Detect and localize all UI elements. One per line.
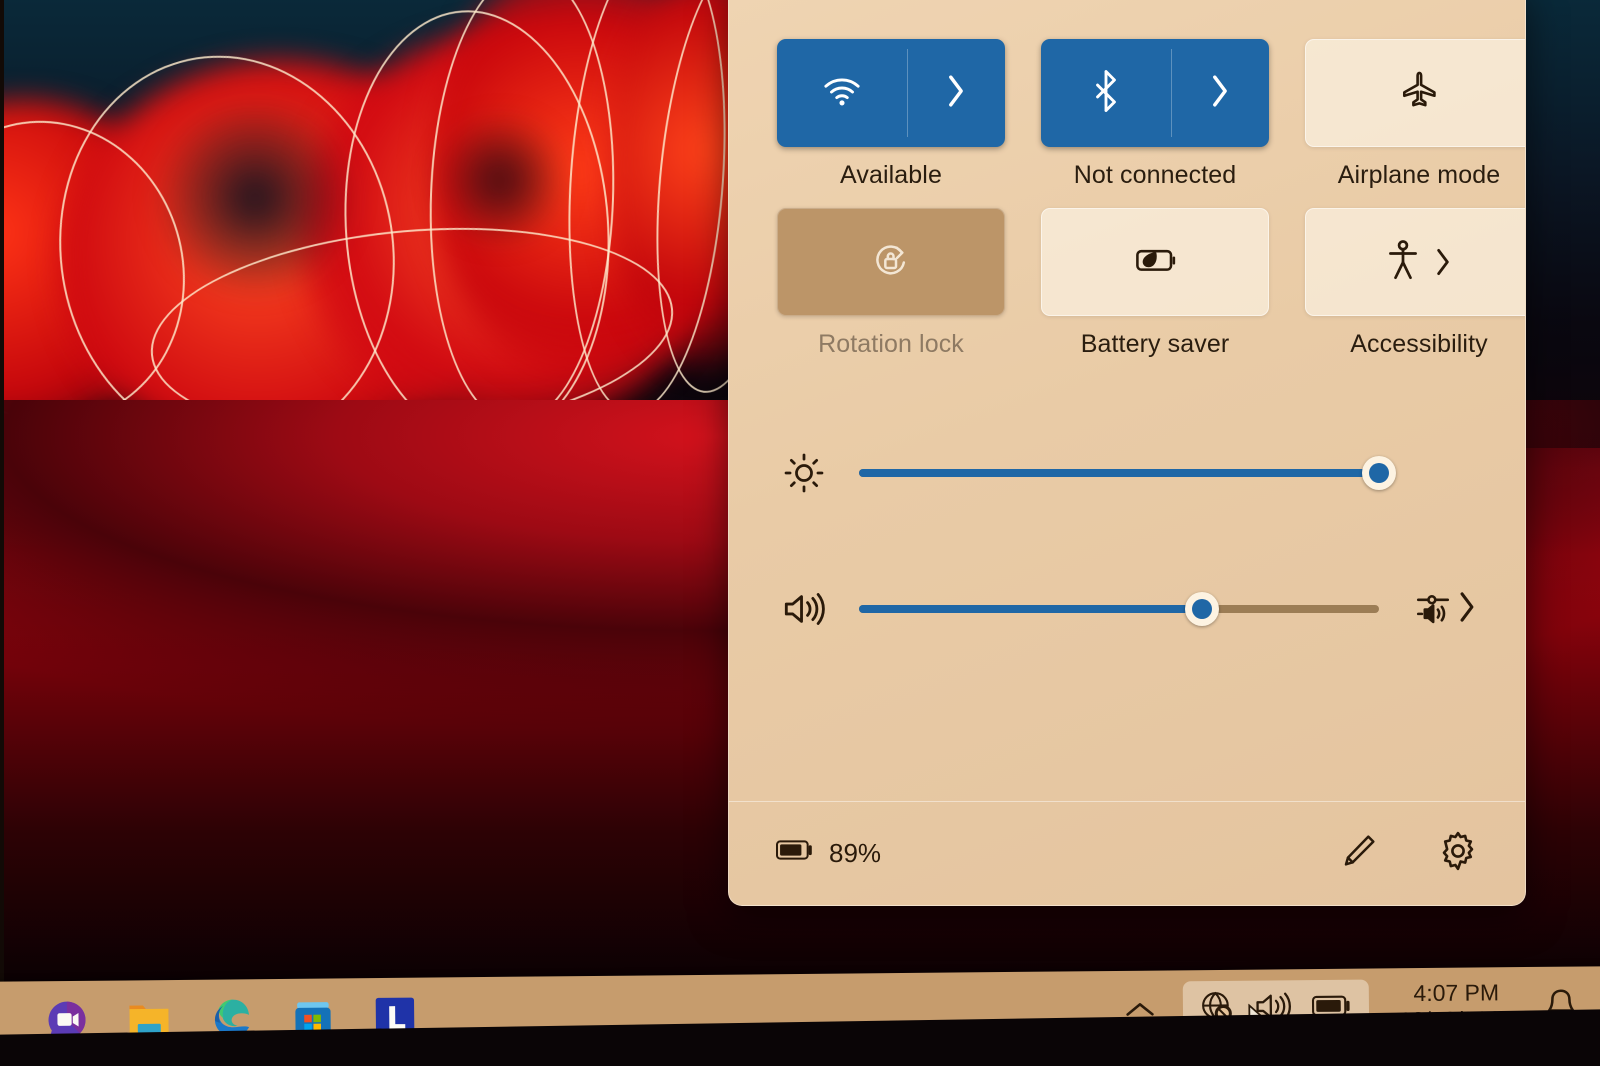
- tile-bluetooth-expand[interactable]: [1171, 39, 1269, 147]
- tile-label-bluetooth: Not connected: [1073, 161, 1237, 189]
- tile-cell-rotation-lock: Rotation lock: [777, 208, 1005, 359]
- battery-status[interactable]: 89%: [775, 838, 881, 869]
- tile-accessibility[interactable]: [1305, 208, 1525, 316]
- quick-settings-footer: 89%: [729, 801, 1525, 905]
- tile-label-rotation-lock: Rotation lock: [818, 330, 964, 358]
- volume-slider[interactable]: [859, 592, 1379, 626]
- chevron-right-icon[interactable]: [1457, 589, 1477, 630]
- quick-settings-sliders: [729, 369, 1525, 655]
- tile-rotation-lock: [777, 208, 1005, 316]
- clock-time: 4:07 PM: [1413, 979, 1500, 1006]
- chevron-right-icon: [945, 72, 967, 115]
- battery-saver-icon: [1131, 243, 1179, 282]
- tile-wifi-toggle[interactable]: [777, 39, 907, 147]
- wifi-icon: [820, 74, 864, 113]
- tile-label-battery-saver: Battery saver: [1080, 330, 1230, 358]
- tile-accessibility-toggle[interactable]: [1306, 209, 1525, 315]
- tile-battery-saver[interactable]: [1041, 208, 1269, 316]
- tile-cell-accessibility: Accessibility: [1305, 208, 1525, 359]
- tile-label-accessibility: Accessibility: [1350, 330, 1488, 358]
- tile-cell-wifi: Available: [777, 39, 1005, 190]
- tile-label-wifi: Available: [840, 161, 942, 189]
- tile-row: Rotation lock Battery saver Accessibilit…: [777, 208, 1525, 359]
- pencil-icon[interactable]: [1339, 831, 1379, 876]
- gear-icon[interactable]: [1437, 830, 1479, 877]
- footer-actions: [1339, 830, 1479, 877]
- tile-battery-saver-toggle[interactable]: [1042, 209, 1268, 315]
- tile-wifi-expand[interactable]: [907, 39, 1005, 147]
- volume-output-button[interactable]: [1403, 589, 1477, 630]
- volume-slider-thumb[interactable]: [1185, 592, 1220, 626]
- brightness-icon: [773, 451, 835, 495]
- volume-slider-row: [773, 563, 1477, 655]
- accessibility-icon: [1386, 239, 1420, 286]
- rotation-lock-icon: [871, 240, 911, 285]
- tile-bluetooth[interactable]: [1041, 39, 1269, 147]
- tile-label-airplane: Airplane mode: [1337, 161, 1501, 189]
- tile-cell-airplane: Airplane mode: [1305, 39, 1525, 190]
- volume-slider-fill: [859, 605, 1203, 613]
- chevron-right-icon: [1209, 72, 1231, 115]
- tile-airplane-mode[interactable]: [1305, 39, 1525, 147]
- tile-wifi[interactable]: [777, 39, 1005, 147]
- quick-settings-tiles: Available Not connected Airplane mode Ro…: [729, 0, 1525, 359]
- brightness-slider-thumb[interactable]: [1362, 456, 1396, 490]
- brightness-slider-row: [773, 427, 1477, 519]
- bluetooth-icon: [1091, 69, 1121, 118]
- chevron-right-icon[interactable]: [1434, 246, 1452, 278]
- quick-settings-panel: Available Not connected Airplane mode Ro…: [728, 0, 1526, 906]
- tile-cell-bluetooth: Not connected: [1041, 39, 1269, 190]
- brightness-slider-fill: [859, 469, 1379, 477]
- tile-row: Available Not connected Airplane mode: [777, 39, 1525, 190]
- tile-rotation-lock-toggle: [778, 209, 1004, 315]
- tile-airplane-toggle[interactable]: [1306, 40, 1525, 146]
- screen-bezel-left: [0, 0, 4, 1066]
- tile-cell-battery-saver: Battery saver: [1041, 208, 1269, 359]
- battery-icon: [775, 838, 815, 869]
- screen: Available Not connected Airplane mode Ro…: [0, 0, 1600, 1066]
- battery-percent-label: 89%: [829, 838, 882, 868]
- airplane-icon: [1398, 70, 1440, 117]
- volume-icon: [773, 589, 835, 629]
- tile-bluetooth-toggle[interactable]: [1041, 39, 1171, 147]
- audio-output-icon: [1415, 589, 1451, 630]
- brightness-slider[interactable]: [859, 456, 1396, 490]
